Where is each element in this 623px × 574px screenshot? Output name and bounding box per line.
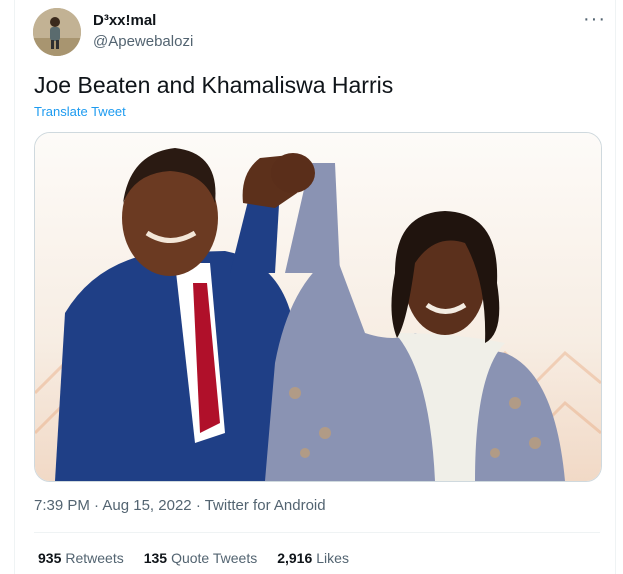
- photo-image: [35, 133, 601, 481]
- divider: [34, 532, 600, 533]
- tweet-stats: 935 Retweets 135 Quote Tweets 2,916 Likes: [38, 550, 349, 566]
- quote-tweets-stat[interactable]: 135 Quote Tweets: [144, 550, 258, 566]
- tweet-metadata: 7:39 PM · Aug 15, 2022 · Twitter for And…: [34, 497, 326, 514]
- avatar[interactable]: [33, 8, 81, 56]
- user-handle[interactable]: @Apewebalozi: [93, 33, 193, 50]
- retweets-label: Retweets: [65, 550, 124, 566]
- likes-stat[interactable]: 2,916 Likes: [277, 550, 349, 566]
- tweet-text: Joe Beaten and Khamaliswa Harris: [34, 72, 394, 98]
- tweet-date[interactable]: Aug 15, 2022: [102, 497, 191, 514]
- avatar-image: [33, 8, 81, 56]
- translate-tweet-link[interactable]: Translate Tweet: [34, 104, 126, 119]
- meta-separator: ·: [94, 497, 100, 514]
- quote-tweets-label: Quote Tweets: [171, 550, 258, 566]
- meta-separator: ·: [195, 497, 201, 514]
- tweet-source[interactable]: Twitter for Android: [205, 497, 326, 514]
- likes-count: 2,916: [277, 550, 313, 566]
- display-name[interactable]: D³xx!mal: [93, 12, 156, 29]
- quote-tweets-count: 135: [143, 550, 168, 566]
- more-options-icon[interactable]: ···: [583, 8, 606, 31]
- retweets-count: 935: [38, 550, 62, 566]
- retweets-stat[interactable]: 935 Retweets: [38, 550, 124, 566]
- likes-label: Likes: [316, 550, 349, 566]
- tweet-media-photo[interactable]: [34, 132, 602, 482]
- tweet-time[interactable]: 7:39 PM: [34, 497, 90, 514]
